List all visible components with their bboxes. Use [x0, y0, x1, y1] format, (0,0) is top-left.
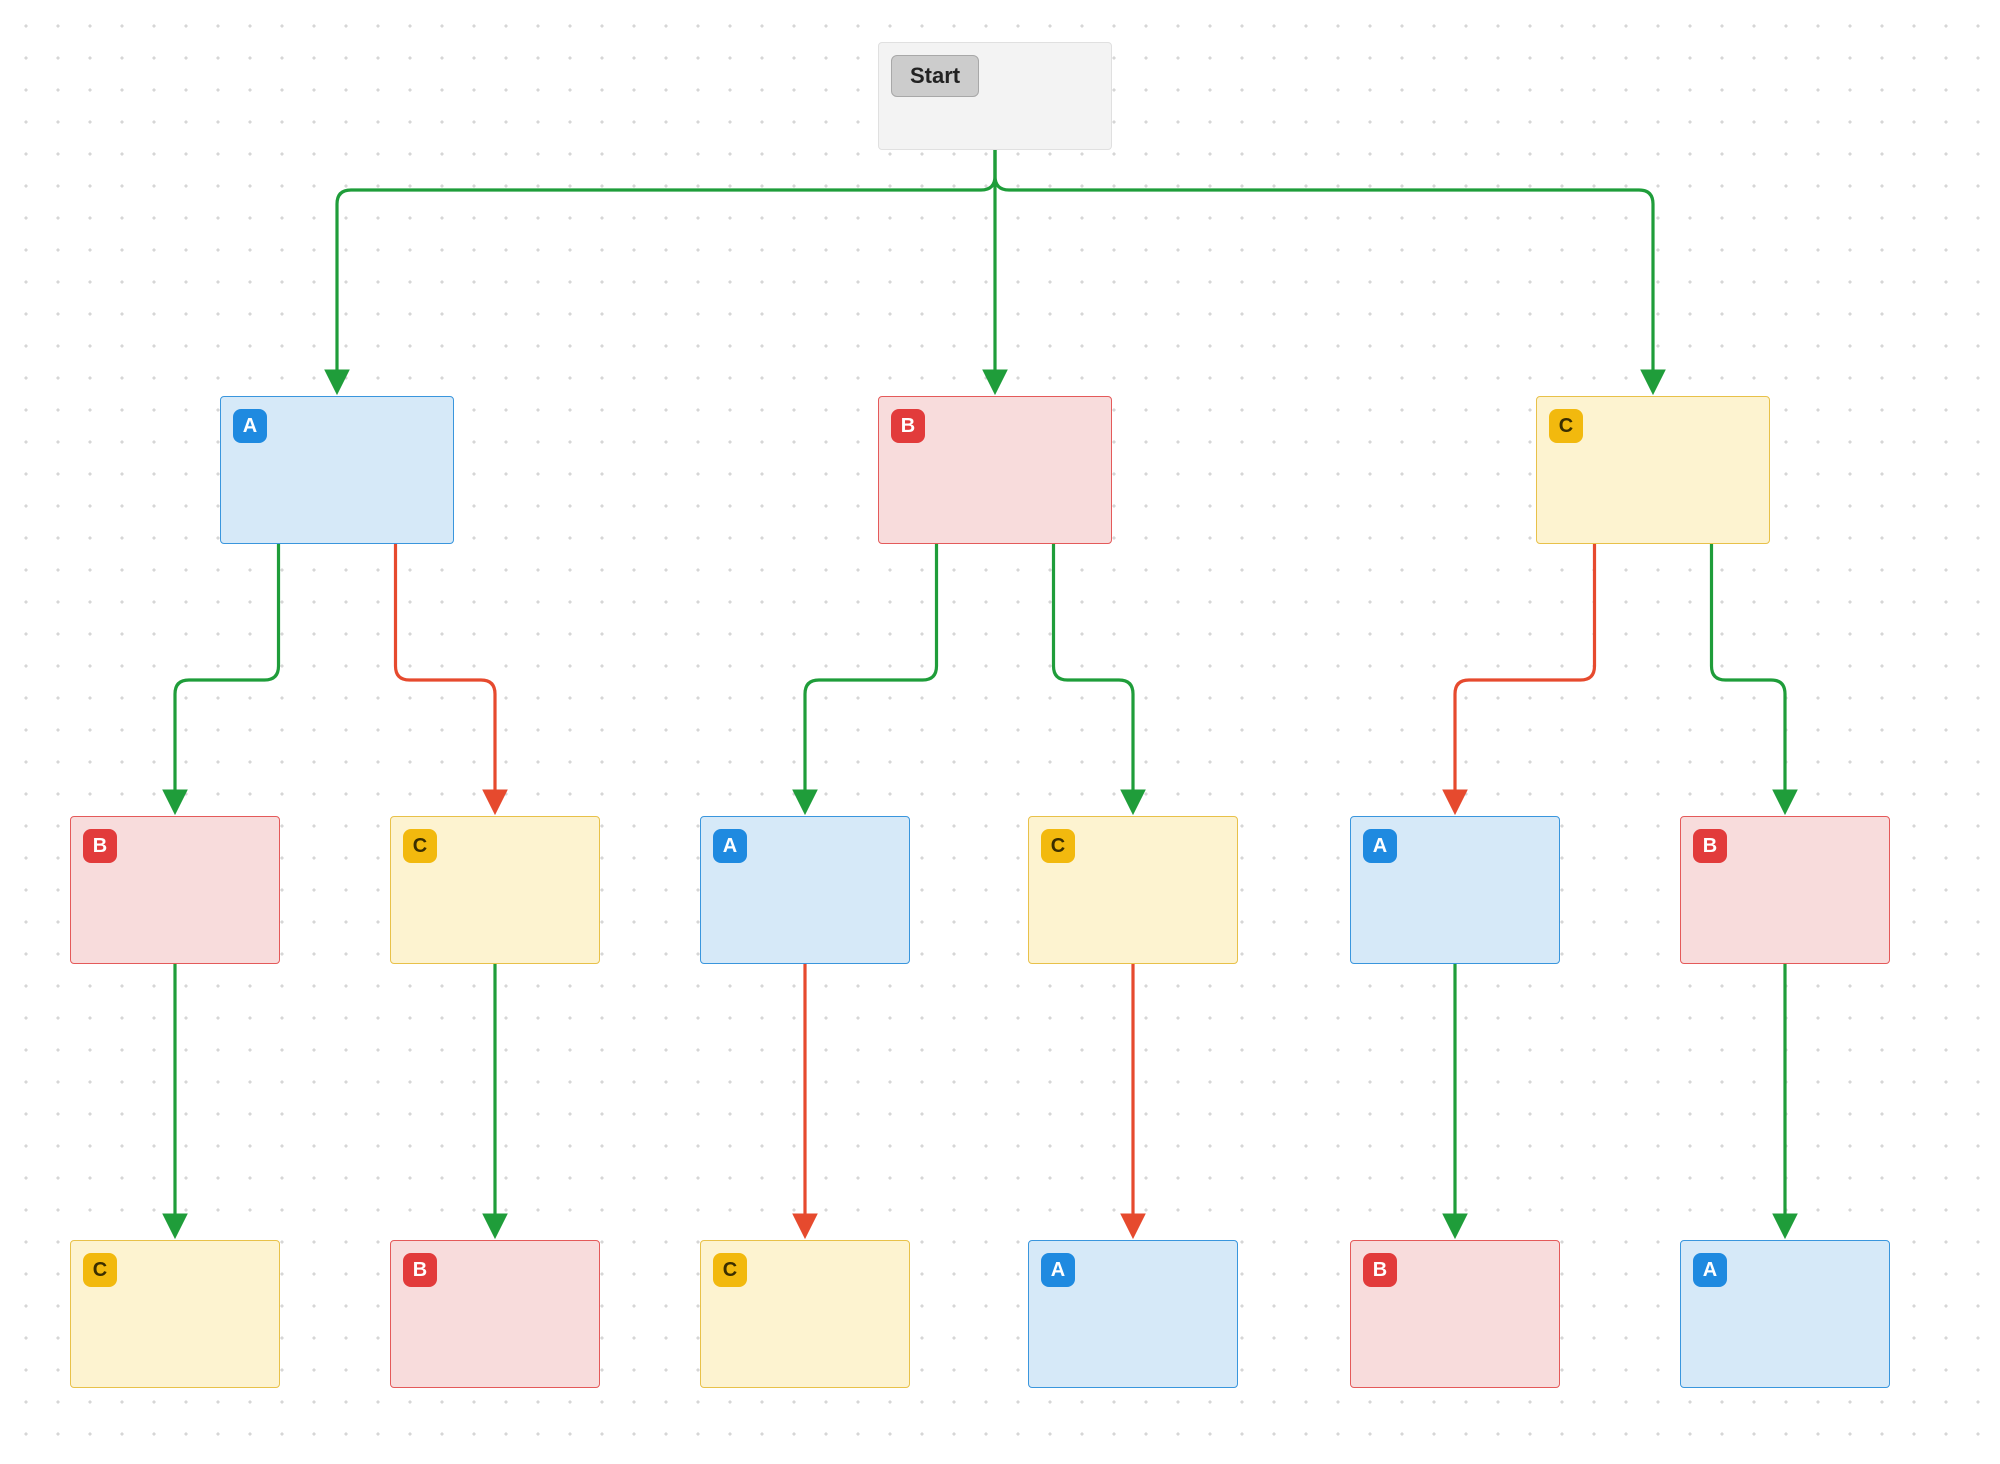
node-row2-2[interactable]: A: [700, 816, 910, 964]
chip-C: C: [403, 829, 437, 863]
node-row3-5[interactable]: A: [1680, 1240, 1890, 1388]
chip-A: A: [233, 409, 267, 443]
node-row3-3[interactable]: A: [1028, 1240, 1238, 1388]
edge: [175, 544, 279, 810]
chip-B: B: [83, 829, 117, 863]
chip-C: C: [713, 1253, 747, 1287]
node-start[interactable]: Start: [878, 42, 1112, 150]
node-row2-3[interactable]: C: [1028, 816, 1238, 964]
chip-B: B: [403, 1253, 437, 1287]
node-row3-2[interactable]: C: [700, 1240, 910, 1388]
node-row2-4[interactable]: A: [1350, 816, 1560, 964]
chip-B: B: [1693, 829, 1727, 863]
node-row3-0[interactable]: C: [70, 1240, 280, 1388]
node-row1-2[interactable]: C: [1536, 396, 1770, 544]
node-row2-5[interactable]: B: [1680, 816, 1890, 964]
edge: [1712, 544, 1786, 810]
chip-C: C: [83, 1253, 117, 1287]
node-row1-0[interactable]: A: [220, 396, 454, 544]
node-row3-4[interactable]: B: [1350, 1240, 1560, 1388]
chip-B: B: [1363, 1253, 1397, 1287]
edge: [1455, 544, 1595, 810]
edge: [396, 544, 496, 810]
chip-A: A: [713, 829, 747, 863]
node-row2-1[interactable]: C: [390, 816, 600, 964]
chip-C: C: [1041, 829, 1075, 863]
chip-A: A: [1041, 1253, 1075, 1287]
edge: [995, 150, 1653, 390]
node-row3-1[interactable]: B: [390, 1240, 600, 1388]
chip-A: A: [1363, 829, 1397, 863]
edge: [805, 544, 937, 810]
node-row2-0[interactable]: B: [70, 816, 280, 964]
edge: [1054, 544, 1134, 810]
diagram-canvas[interactable]: Start A B C B C A C A B C B C A B A: [0, 0, 2000, 1464]
chip-C: C: [1549, 409, 1583, 443]
chip-B: B: [891, 409, 925, 443]
node-row1-1[interactable]: B: [878, 396, 1112, 544]
start-label: Start: [891, 55, 979, 97]
edge: [337, 150, 995, 390]
chip-A: A: [1693, 1253, 1727, 1287]
